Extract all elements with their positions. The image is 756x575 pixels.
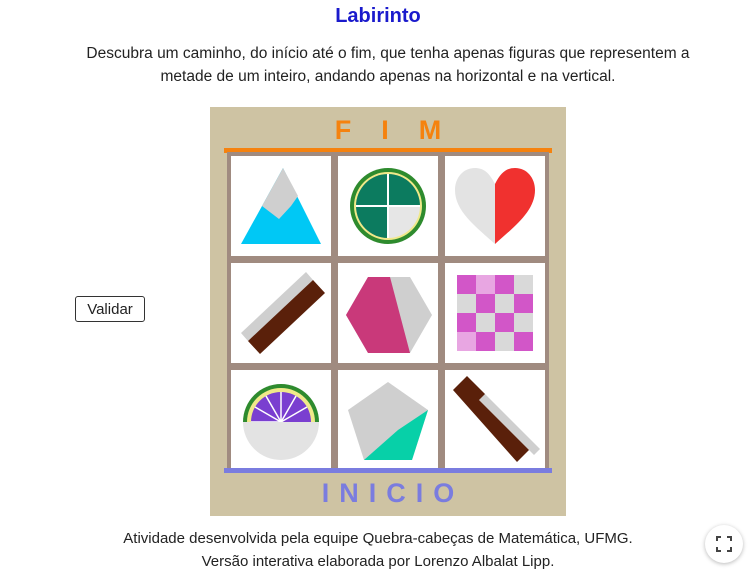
- maze-cell-5[interactable]: [338, 263, 438, 363]
- fullscreen-icon: [716, 536, 732, 552]
- maze-grid: [227, 152, 549, 470]
- hexagon-icon: [346, 277, 432, 353]
- validate-button[interactable]: Validar: [75, 296, 145, 322]
- maze-cell-2[interactable]: [338, 156, 438, 256]
- end-label: FIM: [334, 115, 472, 145]
- maze-cell-8[interactable]: [338, 370, 438, 470]
- circle-quarters-icon: [350, 168, 426, 244]
- instructions-text: Descubra um caminho, do início até o fim…: [86, 45, 690, 85]
- maze-cell-6[interactable]: [445, 263, 545, 363]
- bar-bent-icon: [453, 376, 540, 462]
- fullscreen-button[interactable]: [705, 525, 743, 563]
- triangle-icon: [241, 168, 321, 244]
- maze-cell-9[interactable]: [445, 370, 545, 470]
- semicircle-sectors-icon: [243, 384, 319, 460]
- maze-board: FIM INICIO: [210, 107, 566, 516]
- bar-diagonal-icon: [241, 272, 325, 354]
- maze-cell-3[interactable]: [445, 156, 545, 256]
- start-label: INICIO: [321, 478, 465, 508]
- credits: Atividade desenvolvida pela equipe Quebr…: [0, 527, 756, 573]
- credits-line-1: Atividade desenvolvida pela equipe Quebr…: [123, 530, 633, 547]
- checkerboard-icon: [457, 275, 533, 351]
- maze-cell-4[interactable]: [231, 263, 331, 363]
- maze-cell-7[interactable]: [231, 370, 331, 470]
- pentagon-icon: [348, 382, 428, 460]
- maze-cell-1[interactable]: [231, 156, 331, 256]
- page-title: Labirinto: [335, 5, 421, 27]
- credits-line-2: Versão interativa elaborada por Lorenzo …: [201, 553, 555, 570]
- start-bar: [224, 468, 552, 473]
- heart-icon: [455, 168, 535, 244]
